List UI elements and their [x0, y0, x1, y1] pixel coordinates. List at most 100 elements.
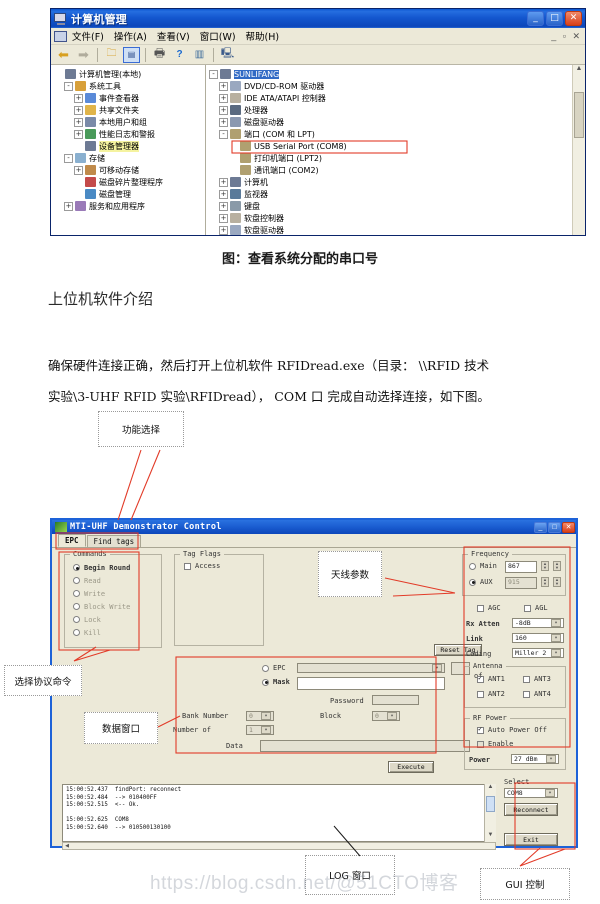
properties-icon[interactable]: ▤ — [123, 46, 140, 63]
antenna-ant2-row[interactable]: ANT2 — [477, 690, 505, 698]
frequency-main-row[interactable]: Main — [469, 562, 497, 570]
block-combo[interactable]: 0 ▾ — [372, 711, 400, 721]
view-icon[interactable]: ▥ — [191, 47, 208, 63]
collapse-icon[interactable]: - — [219, 129, 228, 139]
rfid-maximize-button[interactable]: □ — [548, 521, 561, 533]
device-tree-node-item[interactable]: - SUNLIFANG — [209, 68, 585, 80]
forward-arrow-icon[interactable]: ➡ — [75, 47, 92, 63]
checkbox-icon[interactable] — [184, 562, 191, 570]
menu-item-action[interactable]: 操作(A) — [114, 29, 147, 43]
password-input[interactable] — [372, 695, 419, 705]
device-tree-node-item[interactable]: + 处理器 — [209, 104, 585, 116]
expand-icon[interactable]: + — [219, 201, 228, 211]
log-scrollbar-thumb[interactable] — [486, 796, 495, 812]
radio-icon[interactable] — [262, 664, 269, 672]
expand-icon[interactable]: + — [219, 225, 228, 235]
chevron-down-icon[interactable]: ▾ — [545, 789, 555, 797]
menu-item-view[interactable]: 查看(V) — [157, 29, 190, 43]
epc-radio-row[interactable]: EPC — [262, 664, 286, 672]
rfid-minimize-button[interactable]: _ — [534, 521, 547, 533]
frequency-aux-spinner-1[interactable]: ▲ ▼ — [541, 577, 549, 587]
frequency-main-spinner-2[interactable]: ▲ ▼ — [553, 561, 561, 571]
expand-icon[interactable]: + — [219, 213, 228, 223]
mask-radio-row[interactable]: Mask — [262, 678, 290, 686]
help-icon[interactable]: ? — [171, 47, 188, 63]
chevron-down-icon[interactable]: ▾ — [551, 634, 561, 642]
data-input[interactable] — [260, 740, 470, 752]
scroll-up-arrow[interactable]: ▲ — [573, 65, 585, 78]
coding-combo[interactable]: Miller 2 ▾ — [512, 648, 564, 658]
tab-find-tags[interactable]: Find tags — [86, 535, 142, 547]
checkbox-icon[interactable] — [523, 690, 530, 698]
radio-icon[interactable] — [469, 578, 476, 586]
log-scroll-up-arrow[interactable]: ▲ — [485, 784, 496, 794]
chevron-down-icon[interactable]: ▾ — [261, 712, 271, 720]
expand-icon[interactable]: + — [219, 105, 228, 115]
collapse-icon[interactable]: - — [209, 69, 218, 79]
chevron-down-icon[interactable]: ▾ — [387, 712, 397, 720]
frequency-aux-spinner-2[interactable]: ▲ ▼ — [553, 577, 561, 587]
collapse-icon[interactable]: - — [64, 153, 73, 163]
console-tree-pane[interactable]: 计算机管理(本地) - 系统工具 + 事件查看器 + 共享文件夹 + 本地用户和组 + 性能日志和警… — [51, 65, 206, 235]
expand-icon[interactable]: + — [219, 81, 228, 91]
device-tree-node-item[interactable]: + 软盘驱动器 — [209, 224, 585, 235]
vertical-scrollbar[interactable]: ▲ — [572, 65, 585, 235]
console-tree-node-item[interactable]: + 可移动存储 — [54, 164, 205, 176]
expand-icon[interactable]: + — [74, 117, 83, 127]
device-tree-node-item[interactable]: + 软盘控制器 — [209, 212, 585, 224]
expand-icon[interactable]: + — [219, 117, 228, 127]
checkbox-icon[interactable] — [477, 725, 484, 734]
radio-icon[interactable] — [73, 564, 80, 571]
console-tree-node-item[interactable]: + 事件查看器 — [54, 92, 205, 104]
power-combo[interactable]: 27 dBm ▾ — [511, 754, 559, 764]
device-tree-node-item[interactable]: + 计算机 — [209, 176, 585, 188]
device-tree-node-item[interactable]: + DVD/CD-ROM 驱动器 — [209, 80, 585, 92]
chevron-down-icon[interactable]: ▾ — [551, 619, 561, 627]
reconnect-button[interactable]: Reconnect — [504, 803, 558, 816]
console-tree-node-item[interactable]: 磁盘碎片整理程序 — [54, 176, 205, 188]
rx-atten-combo[interactable]: -8dB ▾ — [512, 618, 564, 628]
auto-power-off-row[interactable]: Auto Power Off — [477, 725, 547, 734]
device-manager-pane[interactable]: ▲ - SUNLIFANG + DVD/CD-ROM 驱动器 + IDE ATA/ATAP… — [206, 65, 585, 235]
collapse-icon[interactable]: - — [64, 81, 73, 91]
expand-icon[interactable]: + — [64, 201, 73, 211]
chevron-down-icon[interactable]: ▾ — [432, 664, 442, 672]
mdi-window-controls[interactable]: _ ▫ ✕ — [551, 31, 582, 42]
antenna-ant4-row[interactable]: ANT4 — [523, 690, 551, 698]
checkbox-icon[interactable] — [523, 675, 530, 683]
expand-icon[interactable]: + — [219, 189, 228, 199]
agl-checkbox-row[interactable]: AGL — [524, 604, 548, 612]
log-window[interactable]: 15:00:52.437 findPort: reconnect 15:00:52… — [62, 784, 496, 842]
chevron-down-icon[interactable]: ▾ — [261, 726, 271, 734]
console-tree-node-item[interactable]: 设备管理器 — [54, 140, 205, 152]
antenna-ant3-row[interactable]: ANT3 — [523, 675, 551, 683]
device-tree-node-item[interactable]: + 键盘 — [209, 200, 585, 212]
log-scroll-left-arrow[interactable]: ◀ — [63, 843, 71, 849]
scan-hardware-icon[interactable]: 🖳 — [219, 47, 236, 63]
exit-button[interactable]: Exit — [504, 833, 558, 846]
frequency-aux-row[interactable]: AUX — [469, 578, 493, 586]
device-tree-node-item[interactable]: 打印机端口 (LPT2) — [209, 152, 585, 164]
radio-icon[interactable] — [262, 678, 269, 686]
expand-icon[interactable]: + — [219, 177, 228, 187]
expand-icon[interactable]: + — [74, 165, 83, 175]
scrollbar-thumb[interactable] — [574, 92, 584, 138]
console-tree-node-item[interactable]: + 服务和应用程序 — [54, 200, 205, 212]
log-scrollbar[interactable]: ▲ ▼ — [484, 784, 496, 842]
chevron-down-icon[interactable]: ▾ — [551, 649, 561, 657]
checkbox-icon[interactable] — [524, 604, 531, 612]
log-horizontal-scrollbar[interactable]: ◀ — [62, 842, 496, 850]
bank-number-combo[interactable]: 0 ▾ — [246, 711, 274, 721]
mask-input[interactable] — [297, 677, 445, 690]
link-combo[interactable]: 160 ▾ — [512, 633, 564, 643]
frequency-aux-input[interactable]: 915 — [505, 577, 537, 589]
expand-icon[interactable]: + — [74, 93, 83, 103]
device-tree-node-item[interactable]: + 磁盘驱动器 — [209, 116, 585, 128]
close-button[interactable]: ✕ — [565, 11, 582, 26]
chevron-down-icon[interactable]: ▾ — [546, 755, 556, 763]
number-of-combo[interactable]: 1 ▾ — [246, 725, 274, 735]
device-tree-node-item[interactable]: - 端口 (COM 和 LPT) — [209, 128, 585, 140]
device-tree-node-item[interactable]: + 监视器 — [209, 188, 585, 200]
console-tree-node-item[interactable]: - 存储 — [54, 152, 205, 164]
command-option-begin-round[interactable]: Begin Round — [73, 561, 161, 574]
